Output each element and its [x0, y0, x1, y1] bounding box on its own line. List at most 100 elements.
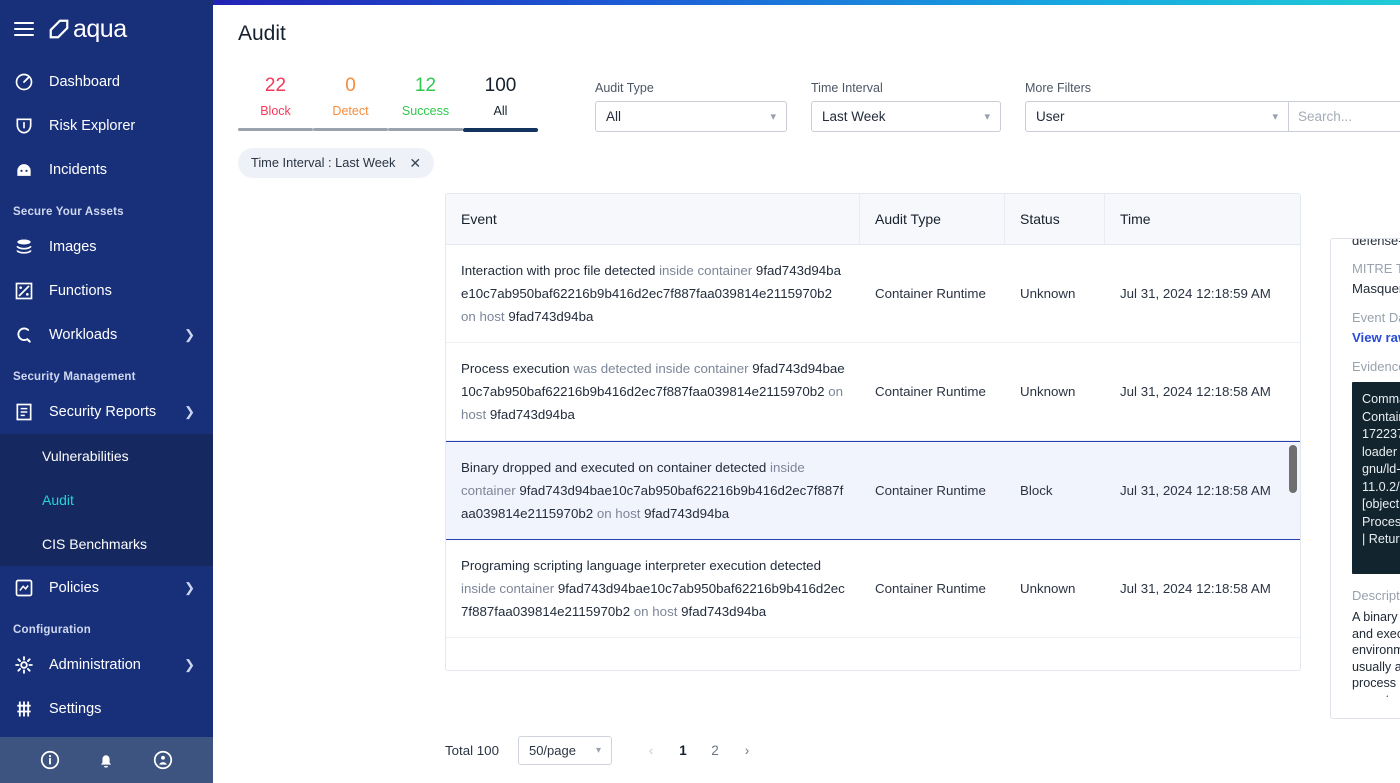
page-size-select[interactable]: 50/page ▾ [518, 736, 612, 765]
chevron-down-icon: ▾ [984, 110, 990, 123]
column-header-audit-type[interactable]: Audit Type [860, 194, 1005, 244]
status-tab-label: All [463, 100, 538, 122]
status-tab-detect[interactable]: 0 Detect [313, 72, 388, 132]
detail-mitre-technique-value: Masquerading [1352, 281, 1400, 296]
status-tab-label: Success [388, 100, 463, 122]
status-tab-success[interactable]: 12 Success [388, 72, 463, 132]
chevron-down-icon: ▾ [596, 745, 601, 756]
event-host-connector: on host [593, 506, 644, 521]
sidebar-section-secure-your-assets: Secure Your Assets [0, 192, 213, 225]
page-button-2[interactable]: 2 [701, 737, 729, 765]
brand-name: aqua [73, 15, 127, 44]
status-tab-underline [463, 128, 538, 132]
table-row[interactable]: Interaction with proc file detected insi… [446, 245, 1300, 343]
sidebar-header: aqua [0, 0, 213, 58]
sidebar-item-vulnerabilities[interactable]: Vulnerabilities [0, 434, 213, 478]
status-tab-underline [388, 128, 463, 131]
status-tab-all[interactable]: 100 All [463, 72, 538, 132]
page-button-1[interactable]: 1 [669, 737, 697, 765]
chevron-down-icon: ▾ [1272, 110, 1278, 123]
table-scrollbar-thumb[interactable] [1289, 445, 1297, 493]
sidebar-item-audit[interactable]: Audit [0, 478, 213, 522]
audit-type-value: All [606, 109, 621, 124]
table-row[interactable]: Programing scripting language interprete… [446, 540, 1300, 638]
sidebar-item-risk-explorer[interactable]: Risk Explorer [0, 104, 213, 148]
sidebar-item-images[interactable]: Images [0, 225, 213, 269]
audit-type-select[interactable]: All ▾ [595, 101, 787, 132]
sidebar-item-label: Functions [49, 283, 112, 299]
page-nav: ‹ 1 2 › [637, 737, 761, 765]
column-header-status[interactable]: Status [1005, 194, 1105, 244]
table-row[interactable]: Binary dropped and executed on container… [446, 441, 1300, 540]
sidebar-footer [0, 737, 213, 783]
sidebar-item-label: Audit [42, 492, 74, 508]
event-name: Programing scripting language interprete… [461, 558, 821, 573]
chevron-down-icon: ▾ [770, 110, 776, 123]
event-connector: was detected inside container [570, 361, 753, 376]
status-tab-block[interactable]: 22 Block [238, 72, 313, 132]
status-tab-underline [238, 128, 313, 131]
sidebar-section-security-management: Security Management [0, 357, 213, 390]
active-filter-chips: Time Interval : Last Week ✕ [213, 132, 1400, 178]
sidebar-item-dashboard[interactable]: Dashboard [0, 60, 213, 104]
more-filters-select[interactable]: User ▾ [1025, 101, 1288, 132]
next-page-button[interactable]: › [733, 737, 761, 765]
aqua-logo-icon[interactable]: aqua [48, 15, 127, 44]
cell-audit-type: Container Runtime [860, 469, 1005, 512]
table-scrollbar[interactable] [1289, 249, 1297, 667]
status-tab-count: 22 [238, 72, 313, 100]
more-filters-combo: User ▾ [1025, 101, 1400, 132]
column-header-event[interactable]: Event [446, 194, 860, 244]
table-body: Interaction with proc file detected insi… [446, 245, 1300, 670]
view-raw-data-link[interactable]: View raw data [1352, 330, 1400, 345]
cell-status: Unknown [1005, 370, 1105, 413]
cell-event: Process execution was detected inside co… [446, 343, 860, 440]
chevron-right-icon: ❯ [184, 657, 195, 673]
sidebar-item-label: Policies [49, 580, 99, 596]
sidebar-item-label: Risk Explorer [49, 118, 135, 134]
more-filters-label: More Filters [1025, 81, 1400, 95]
sidebar-item-cis-benchmarks[interactable]: CIS Benchmarks [0, 522, 213, 566]
cell-time: Jul 31, 2024 12:18:58 AM [1105, 469, 1300, 512]
event-host: 9fad743d94ba [644, 506, 729, 521]
event-name: Process execution [461, 361, 570, 376]
time-interval-label: Time Interval [811, 81, 1001, 95]
user-account-icon[interactable] [152, 749, 174, 771]
detail-evidence-label: Evidence [1352, 359, 1400, 374]
filter-chip-time-interval[interactable]: Time Interval : Last Week ✕ [238, 148, 434, 178]
sidebar-item-security-reports[interactable]: Security Reports ❯ [0, 390, 213, 434]
content-area: Event Audit Type Status Time Interaction… [213, 178, 1400, 671]
sidebar-item-settings[interactable]: Settings [0, 687, 213, 731]
info-icon[interactable] [39, 749, 61, 771]
sidebar-item-label: Security Reports [49, 404, 156, 420]
search-input[interactable] [1298, 109, 1400, 124]
audit-type-filter: Audit Type All ▾ [595, 81, 787, 132]
sidebar-item-administration[interactable]: Administration ❯ [0, 643, 213, 687]
table-row[interactable]: Process execution was detected inside co… [446, 343, 1300, 441]
close-icon[interactable]: ✕ [409, 156, 421, 170]
sidebar-nav: Dashboard Risk Explorer Incidents Secure… [0, 58, 213, 737]
sidebar-item-functions[interactable]: Functions [0, 269, 213, 313]
sidebar-item-incidents[interactable]: Incidents [0, 148, 213, 192]
cell-event: Interaction with proc file detected insi… [446, 245, 860, 342]
event-host: 9fad743d94ba [490, 407, 575, 422]
sidebar-item-label: Dashboard [49, 74, 120, 90]
settings-icon [13, 698, 35, 720]
prev-page-button[interactable]: ‹ [637, 737, 665, 765]
time-interval-select[interactable]: Last Week ▾ [811, 101, 1001, 132]
detail-clipped-tactic: defense-evasion [1352, 238, 1400, 247]
sidebar-item-label: Administration [49, 657, 141, 673]
sidebar-item-workloads[interactable]: Workloads ❯ [0, 313, 213, 357]
dashboard-icon [13, 71, 35, 93]
cell-event: Programing scripting language interprete… [446, 540, 860, 637]
filters-row: 22 Block 0 Detect 12 Success 100 All [213, 58, 1400, 132]
time-interval-filter: Time Interval Last Week ▾ [811, 81, 1001, 132]
column-header-time[interactable]: Time [1105, 194, 1300, 244]
hamburger-menu-icon[interactable] [14, 22, 34, 37]
sidebar-item-policies[interactable]: Policies ❯ [0, 566, 213, 610]
more-filters-value: User [1036, 109, 1065, 124]
sidebar-item-label: Images [49, 239, 97, 255]
pagination: Total 100 50/page ▾ ‹ 1 2 › [445, 736, 761, 765]
bell-icon[interactable] [95, 749, 117, 771]
chevron-right-icon: ❯ [184, 580, 195, 596]
